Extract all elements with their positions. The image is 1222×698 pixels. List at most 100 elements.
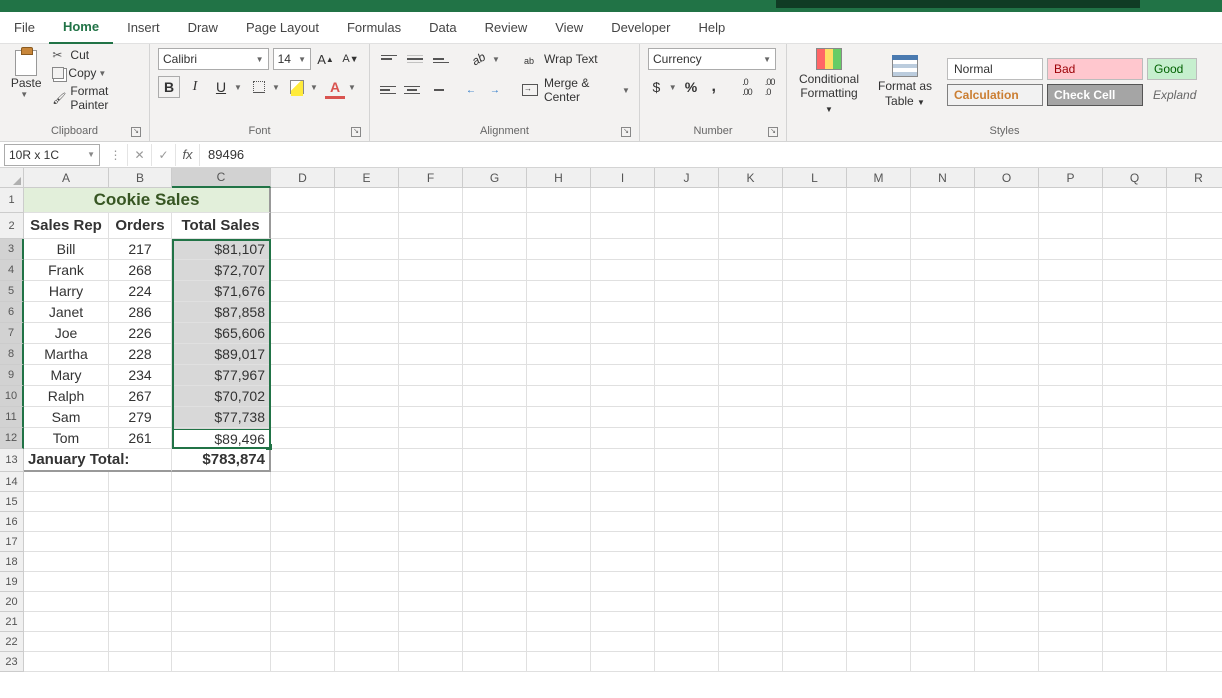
cell-F18[interactable]: [399, 552, 463, 572]
cell-O21[interactable]: [975, 612, 1039, 632]
cell-L19[interactable]: [783, 572, 847, 592]
cell-I2[interactable]: [591, 213, 655, 239]
cell-B22[interactable]: [109, 632, 172, 652]
cell-B23[interactable]: [109, 652, 172, 672]
cell-C9[interactable]: $77,967: [172, 365, 271, 386]
cell-Q11[interactable]: [1103, 407, 1167, 428]
cell-D9[interactable]: [271, 365, 335, 386]
cell-B11[interactable]: 279: [109, 407, 172, 428]
cell-F19[interactable]: [399, 572, 463, 592]
cell-N11[interactable]: [911, 407, 975, 428]
cell-F3[interactable]: [399, 239, 463, 260]
cells-area[interactable]: Cookie SalesSales RepOrdersTotal SalesBi…: [24, 188, 1222, 672]
cell-D7[interactable]: [271, 323, 335, 344]
cell-F6[interactable]: [399, 302, 463, 323]
cell-K9[interactable]: [719, 365, 783, 386]
cell-N20[interactable]: [911, 592, 975, 612]
cell-L5[interactable]: [783, 281, 847, 302]
cell-K11[interactable]: [719, 407, 783, 428]
cell-B19[interactable]: [109, 572, 172, 592]
row-header-22[interactable]: 22: [0, 632, 24, 652]
cell-I13[interactable]: [591, 449, 655, 472]
merge-button[interactable]: [520, 79, 540, 101]
row-header-16[interactable]: 16: [0, 512, 24, 532]
cell-P16[interactable]: [1039, 512, 1103, 532]
cell-G15[interactable]: [463, 492, 527, 512]
cell-M1[interactable]: [847, 188, 911, 213]
cell-G14[interactable]: [463, 472, 527, 492]
cell-A22[interactable]: [24, 632, 109, 652]
cell-M22[interactable]: [847, 632, 911, 652]
cell-I10[interactable]: [591, 386, 655, 407]
cell-O6[interactable]: [975, 302, 1039, 323]
cell-R12[interactable]: [1167, 428, 1222, 449]
row-header-7[interactable]: 7: [0, 323, 24, 344]
spreadsheet-grid[interactable]: ABCDEFGHIJKLMNOPQR 123456789101112131415…: [0, 168, 1222, 698]
cell-D16[interactable]: [271, 512, 335, 532]
cell-G22[interactable]: [463, 632, 527, 652]
cell-M17[interactable]: [847, 532, 911, 552]
cell-K10[interactable]: [719, 386, 783, 407]
cell-F15[interactable]: [399, 492, 463, 512]
col-header-G[interactable]: G: [463, 168, 527, 188]
align-left-button[interactable]: [378, 79, 398, 101]
cell-E15[interactable]: [335, 492, 399, 512]
cell-D2[interactable]: [271, 213, 335, 239]
cell-O11[interactable]: [975, 407, 1039, 428]
row-header-8[interactable]: 8: [0, 344, 24, 365]
cell-B4[interactable]: 268: [109, 260, 172, 281]
cell-K20[interactable]: [719, 592, 783, 612]
cell-B8[interactable]: 228: [109, 344, 172, 365]
row-header-6[interactable]: 6: [0, 302, 24, 323]
row-header-13[interactable]: 13: [0, 449, 24, 472]
cell-H6[interactable]: [527, 302, 591, 323]
cell-R2[interactable]: [1167, 213, 1222, 239]
conditional-formatting-button[interactable]: ConditionalFormatting ▼: [795, 48, 863, 115]
cell-F13[interactable]: [399, 449, 463, 472]
cell-M15[interactable]: [847, 492, 911, 512]
cell-A18[interactable]: [24, 552, 109, 572]
cell-M9[interactable]: [847, 365, 911, 386]
cell-E9[interactable]: [335, 365, 399, 386]
cell-L7[interactable]: [783, 323, 847, 344]
cell-L17[interactable]: [783, 532, 847, 552]
cell-B5[interactable]: 224: [109, 281, 172, 302]
cell-M4[interactable]: [847, 260, 911, 281]
bold-button[interactable]: B: [158, 76, 180, 98]
cell-J7[interactable]: [655, 323, 719, 344]
cell-Q17[interactable]: [1103, 532, 1167, 552]
cell-P13[interactable]: [1039, 449, 1103, 472]
cell-P21[interactable]: [1039, 612, 1103, 632]
cell-B21[interactable]: [109, 612, 172, 632]
cell-Q12[interactable]: [1103, 428, 1167, 449]
cell-D19[interactable]: [271, 572, 335, 592]
cell-R22[interactable]: [1167, 632, 1222, 652]
chevron-down-icon[interactable]: ▼: [348, 83, 358, 92]
cell-B17[interactable]: [109, 532, 172, 552]
cell-L3[interactable]: [783, 239, 847, 260]
cell-E16[interactable]: [335, 512, 399, 532]
cell-P8[interactable]: [1039, 344, 1103, 365]
cell-Q21[interactable]: [1103, 612, 1167, 632]
cell-R4[interactable]: [1167, 260, 1222, 281]
cell-P9[interactable]: [1039, 365, 1103, 386]
formula-input[interactable]: 89496: [200, 147, 1222, 162]
cell-R14[interactable]: [1167, 472, 1222, 492]
cell-F2[interactable]: [399, 213, 463, 239]
cell-B16[interactable]: [109, 512, 172, 532]
cell-D23[interactable]: [271, 652, 335, 672]
cell-E2[interactable]: [335, 213, 399, 239]
cell-C16[interactable]: [172, 512, 271, 532]
cell-D6[interactable]: [271, 302, 335, 323]
col-header-R[interactable]: R: [1167, 168, 1222, 188]
cell-Q23[interactable]: [1103, 652, 1167, 672]
cell-L21[interactable]: [783, 612, 847, 632]
cell-G20[interactable]: [463, 592, 527, 612]
cell-K4[interactable]: [719, 260, 783, 281]
cell-D3[interactable]: [271, 239, 335, 260]
cell-D8[interactable]: [271, 344, 335, 365]
cell-F5[interactable]: [399, 281, 463, 302]
cell-K17[interactable]: [719, 532, 783, 552]
cell-D20[interactable]: [271, 592, 335, 612]
cell-B20[interactable]: [109, 592, 172, 612]
